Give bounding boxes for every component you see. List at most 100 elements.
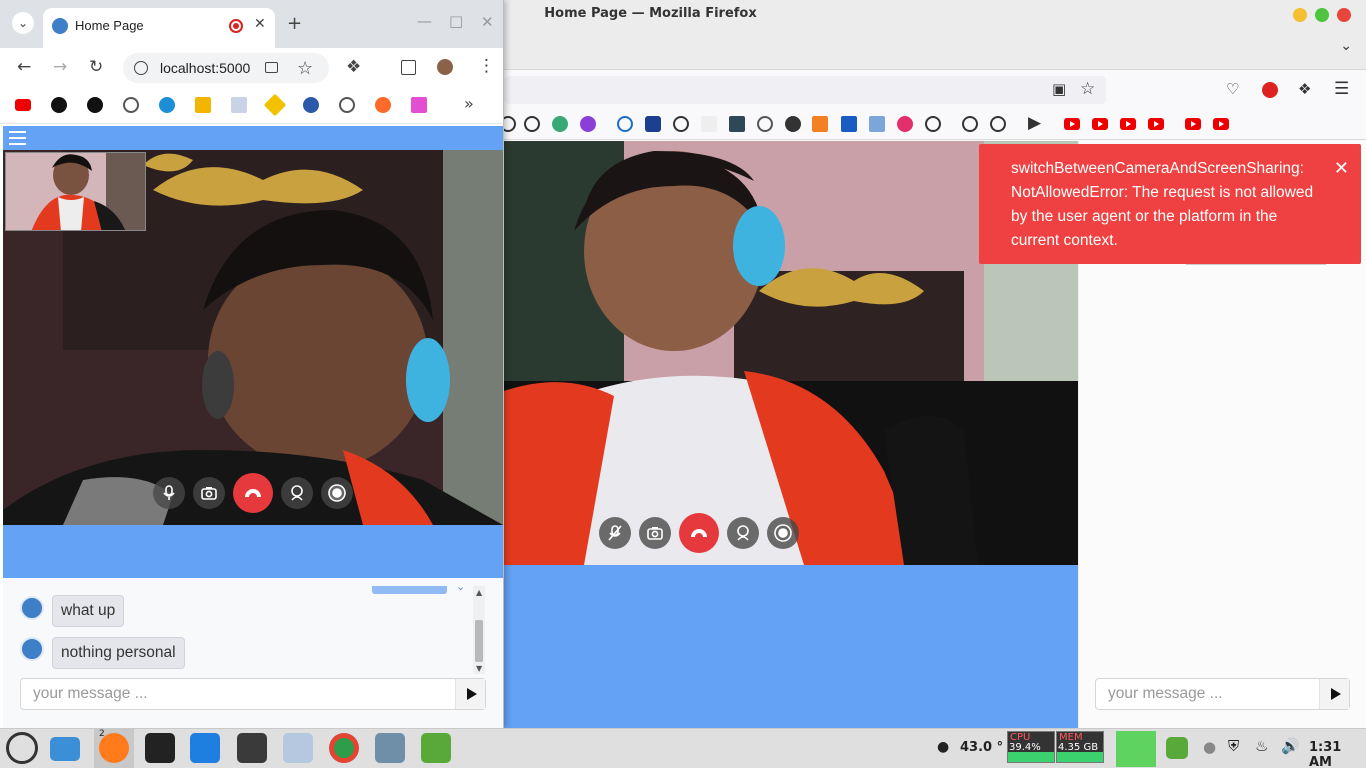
firefox-url-bar[interactable] <box>504 76 1106 104</box>
message-input[interactable] <box>21 679 455 709</box>
window-minimize-icon[interactable]: — <box>417 14 432 29</box>
bookmark-globe-icon[interactable] <box>123 97 139 113</box>
record-button[interactable] <box>321 477 353 509</box>
bookmark-youtube-icon[interactable] <box>1213 118 1229 130</box>
bookmark-ycombinator-icon[interactable] <box>701 116 717 132</box>
network-monitor[interactable] <box>1116 731 1156 767</box>
extensions-puzzle-icon[interactable]: ❖ <box>1298 82 1311 97</box>
extensions-icon[interactable]: ❖ <box>346 59 361 76</box>
screen-share-button[interactable] <box>727 517 759 549</box>
menu-hamburger-icon[interactable]: ☰ <box>1334 81 1349 98</box>
volume-icon[interactable]: 🔊 <box>1281 737 1300 755</box>
bookmark-site-icon[interactable] <box>339 97 355 113</box>
text-editor-icon[interactable] <box>283 733 313 763</box>
close-tab-icon[interactable]: ✕ <box>254 16 266 32</box>
send-button[interactable] <box>455 679 485 709</box>
hamburger-menu-icon[interactable] <box>9 131 26 145</box>
wifi-icon[interactable]: ♨ <box>1255 737 1268 755</box>
bookmark-purple-icon[interactable] <box>580 116 596 132</box>
chat-reply-tab[interactable] <box>372 586 447 594</box>
memory-monitor[interactable]: MEM 4.35 GB <box>1056 731 1104 763</box>
back-icon[interactable]: ← <box>17 59 31 76</box>
list-all-tabs-icon[interactable]: ⌄ <box>1340 38 1352 54</box>
side-panel-icon[interactable] <box>401 60 416 75</box>
chat-collapse-icon[interactable]: ⌄ <box>456 581 465 592</box>
bookmark-youtube-icon[interactable] <box>1185 118 1201 130</box>
forward-icon[interactable]: → <box>53 59 67 76</box>
screenshot-icon[interactable] <box>375 733 405 763</box>
minimize-button[interactable] <box>1293 8 1307 22</box>
bookmark-4k-icon[interactable] <box>897 116 913 132</box>
bookmark-globe-icon[interactable] <box>524 116 540 132</box>
address-bar[interactable]: localhost:5000 ☆ <box>123 53 329 83</box>
site-info-icon[interactable] <box>134 61 148 75</box>
bookmark-globe-icon[interactable] <box>990 116 1006 132</box>
camera-toggle-button[interactable] <box>639 517 671 549</box>
bookmark-site-icon[interactable] <box>757 116 773 132</box>
bookmark-globe-icon[interactable] <box>962 116 978 132</box>
profile-avatar[interactable] <box>437 59 453 75</box>
sublime-text-icon[interactable] <box>237 733 267 763</box>
camera-in-use-icon[interactable] <box>265 62 278 73</box>
chat-scrollbar[interactable]: ▲ ▼ <box>473 586 485 674</box>
bookmark-lightning-icon[interactable] <box>195 97 211 113</box>
window-maximize-icon[interactable]: □ <box>449 14 463 29</box>
bookmark-word-icon[interactable] <box>841 116 857 132</box>
mint-menu-icon[interactable] <box>6 732 38 764</box>
more-menu-icon[interactable]: ⋮ <box>478 58 495 75</box>
files-icon[interactable] <box>50 737 80 761</box>
bookmark-youtube-icon[interactable] <box>1148 118 1164 130</box>
more-bookmarks-icon[interactable]: » <box>464 96 474 112</box>
clock[interactable]: 1:31 AM <box>1309 740 1366 768</box>
reader-view-icon[interactable]: ▣ <box>1052 82 1066 97</box>
local-video-pip[interactable] <box>5 152 146 231</box>
bookmark-doc-icon[interactable] <box>231 97 247 113</box>
record-button[interactable] <box>767 517 799 549</box>
maximize-button[interactable] <box>1315 8 1329 22</box>
new-tab-icon[interactable]: + <box>287 15 302 33</box>
end-call-button[interactable] <box>679 513 719 553</box>
bookmark-site-icon[interactable] <box>785 116 801 132</box>
close-toast-icon[interactable]: ✕ <box>1334 156 1349 180</box>
bookmark-layers-icon[interactable] <box>729 116 745 132</box>
android-tray-icon[interactable] <box>1166 737 1188 759</box>
bookmark-globe-icon[interactable] <box>925 116 941 132</box>
camera-toggle-button[interactable] <box>193 477 225 509</box>
bookmark-star-icon[interactable]: ☆ <box>1080 81 1095 98</box>
ff-message-input[interactable] <box>1096 679 1319 709</box>
bookmark-youtube-icon[interactable] <box>15 99 31 111</box>
bookmark-star-icon[interactable]: ☆ <box>297 58 313 79</box>
bookmark-youtube-icon[interactable] <box>1064 118 1080 130</box>
tab-search-icon[interactable]: ⌄ <box>12 12 34 34</box>
cpu-monitor[interactable]: CPU 39.4% <box>1007 731 1055 763</box>
reload-icon[interactable]: ↻ <box>89 59 103 76</box>
bookmark-play-icon[interactable]: ▶ <box>1028 115 1041 132</box>
ff-send-button[interactable] <box>1319 679 1349 709</box>
window-close-icon[interactable]: ✕ <box>481 15 494 30</box>
terminal-icon[interactable] <box>145 733 175 763</box>
bookmark-youtube-icon[interactable] <box>1092 118 1108 130</box>
bookmark-site-icon[interactable] <box>159 97 175 113</box>
bookmark-site-icon[interactable] <box>645 116 661 132</box>
tab-home-page[interactable]: Home Page ✕ <box>43 8 275 48</box>
bookmark-arrow-icon[interactable] <box>375 97 391 113</box>
chat-scroll-thumb[interactable] <box>475 620 483 662</box>
mute-mic-button[interactable] <box>599 517 631 549</box>
extension-icon[interactable] <box>1262 82 1278 98</box>
shield-icon[interactable]: ⛨ <box>1228 737 1239 755</box>
notification-icon[interactable]: ● <box>1203 738 1216 756</box>
bookmark-globe-icon[interactable] <box>673 116 689 132</box>
screen-share-button[interactable] <box>281 477 313 509</box>
chrome-icon[interactable] <box>329 733 359 763</box>
bookmark-triangle-icon[interactable] <box>87 97 103 113</box>
mute-mic-button[interactable] <box>153 477 185 509</box>
bookmark-colorful-icon[interactable] <box>411 97 427 113</box>
bookmark-repo-icon[interactable] <box>869 116 885 132</box>
bookmark-youtube-icon[interactable] <box>1120 118 1136 130</box>
finder-icon[interactable] <box>190 733 220 763</box>
bookmark-stackoverflow-icon[interactable] <box>812 116 828 132</box>
bookmark-shield-icon[interactable] <box>303 97 319 113</box>
scroll-up-icon[interactable]: ▲ <box>476 588 482 597</box>
android-studio-icon[interactable] <box>421 733 451 763</box>
bookmark-cloud-icon[interactable] <box>552 116 568 132</box>
